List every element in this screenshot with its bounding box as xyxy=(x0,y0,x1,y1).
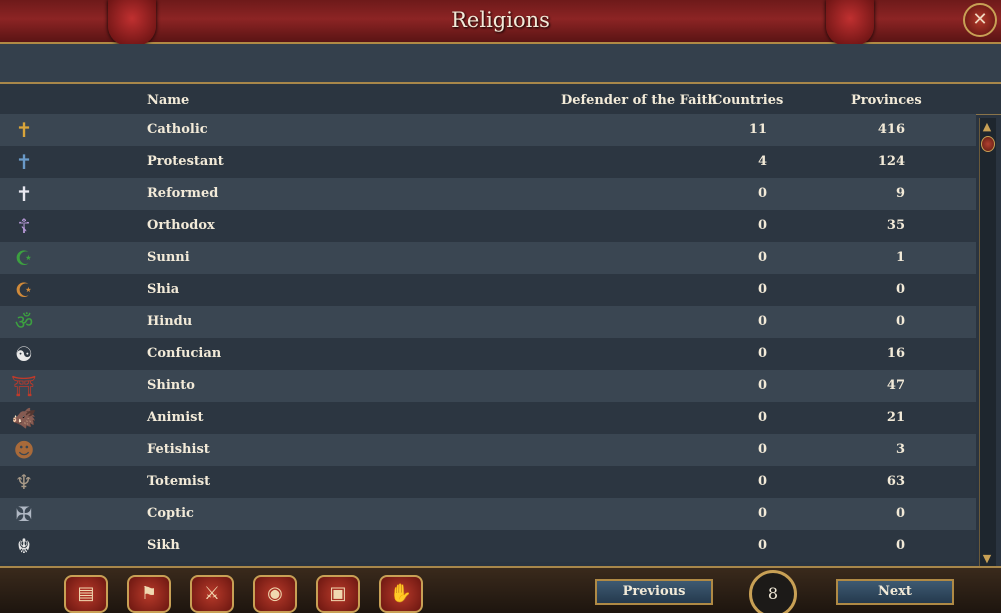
flag-icon[interactable]: ⚑ xyxy=(127,575,171,613)
religion-provinces: 9 xyxy=(895,186,905,201)
crossed-swords-icon[interactable]: ⚔ xyxy=(190,575,234,613)
religion-name: Reformed xyxy=(147,186,219,201)
table-header: Name Defender of the Faith Countries Pro… xyxy=(0,84,1001,115)
torii-gate-icon: ⛩ xyxy=(11,374,37,398)
table-row[interactable]: ♆ Totemist 0 63 xyxy=(0,466,976,498)
religion-name: Coptic xyxy=(147,506,194,521)
cross-icon: ✝ xyxy=(15,150,33,174)
crescent-icon: ☪ xyxy=(15,278,33,302)
religion-provinces: 47 xyxy=(886,378,905,393)
religion-countries: 4 xyxy=(757,154,767,169)
religion-name: Orthodox xyxy=(147,218,215,233)
table-row[interactable]: ☯ Confucian 0 16 xyxy=(0,338,976,370)
previous-button[interactable]: Previous xyxy=(595,579,713,605)
religion-provinces: 21 xyxy=(886,410,905,425)
table-row[interactable]: ☬ Sikh 0 0 xyxy=(0,530,976,562)
religion-name: Shinto xyxy=(147,378,195,393)
religion-name: Shia xyxy=(147,282,180,297)
religion-provinces: 35 xyxy=(886,218,905,233)
religion-provinces: 0 xyxy=(895,538,905,553)
table-row[interactable]: 🐗 Animist 0 21 xyxy=(0,402,976,434)
religion-countries: 0 xyxy=(757,282,767,297)
religion-name: Catholic xyxy=(147,122,208,137)
table-row[interactable]: ✠ Coptic 0 0 xyxy=(0,498,976,530)
title-bar[interactable]: Religions ✕ xyxy=(0,0,1001,46)
religion-countries: 0 xyxy=(757,410,767,425)
totem-icon: ♆ xyxy=(15,470,33,494)
column-header-provinces[interactable]: Provinces xyxy=(851,93,922,108)
religion-countries: 0 xyxy=(757,250,767,265)
filter-bar xyxy=(0,44,1001,84)
religion-countries: 0 xyxy=(757,442,767,457)
crescent-icon: ☪ xyxy=(15,246,33,270)
cross-icon: ✝ xyxy=(15,118,33,142)
coptic-cross-icon: ✠ xyxy=(15,502,33,526)
religion-provinces: 0 xyxy=(895,506,905,521)
window-title: Religions xyxy=(451,8,550,32)
next-button[interactable]: Next xyxy=(836,579,954,605)
religion-name: Hindu xyxy=(147,314,193,329)
page-number: 8 xyxy=(749,570,797,613)
khanda-icon: ☬ xyxy=(16,534,32,558)
religion-countries: 0 xyxy=(757,378,767,393)
table-row[interactable]: ✝ Catholic 11 416 xyxy=(0,114,976,146)
religion-provinces: 16 xyxy=(886,346,905,361)
close-icon[interactable]: ✕ xyxy=(963,3,997,37)
table-row[interactable]: ॐ Hindu 0 0 xyxy=(0,306,976,338)
religion-name: Sunni xyxy=(147,250,190,265)
table-row[interactable]: ☻ Fetishist 0 3 xyxy=(0,434,976,466)
religion-provinces: 0 xyxy=(895,314,905,329)
animal-icon: 🐗 xyxy=(11,406,37,430)
coins-icon[interactable]: ◉ xyxy=(253,575,297,613)
religion-countries: 0 xyxy=(757,346,767,361)
column-header-name[interactable]: Name xyxy=(147,93,189,108)
scroll-up-icon[interactable]: ▲ xyxy=(980,120,994,134)
table-row[interactable]: ☪ Sunni 0 1 xyxy=(0,242,976,274)
religion-countries: 11 xyxy=(748,122,767,137)
religion-name: Confucian xyxy=(147,346,222,361)
religion-provinces: 3 xyxy=(895,442,905,457)
religion-countries: 0 xyxy=(757,218,767,233)
table-row[interactable]: ✝ Protestant 4 124 xyxy=(0,146,976,178)
religion-name: Animist xyxy=(147,410,204,425)
religion-countries: 0 xyxy=(757,506,767,521)
religion-provinces: 0 xyxy=(895,282,905,297)
table-row[interactable]: ✝ Reformed 0 9 xyxy=(0,178,976,210)
table-row[interactable]: ⛩ Shinto 0 47 xyxy=(0,370,976,402)
religion-name: Protestant xyxy=(147,154,224,169)
yin-yang-icon: ☯ xyxy=(15,342,33,366)
orthodox-cross-icon: ☦ xyxy=(17,214,31,238)
scrollbar[interactable] xyxy=(979,118,996,568)
mask-icon: ☻ xyxy=(13,438,35,462)
religion-provinces: 124 xyxy=(877,154,905,169)
crate-icon[interactable]: ▣ xyxy=(316,575,360,613)
handshake-icon[interactable]: ✋ xyxy=(379,575,423,613)
religion-countries: 0 xyxy=(757,186,767,201)
religion-provinces: 416 xyxy=(877,122,905,137)
religion-name: Totemist xyxy=(147,474,211,489)
religion-name: Fetishist xyxy=(147,442,210,457)
religion-provinces: 63 xyxy=(886,474,905,489)
religions-window: Religions ✕ Name Defender of the Faith C… xyxy=(0,0,1001,613)
cross-icon: ✝ xyxy=(15,182,33,206)
religion-countries: 0 xyxy=(757,538,767,553)
religions-table: ✝ Catholic 11 416 ✝ Protestant 4 124 ✝ Reformed 0 9… xyxy=(0,114,976,562)
religion-countries: 0 xyxy=(757,314,767,329)
om-icon: ॐ xyxy=(14,310,34,334)
religion-provinces: 1 xyxy=(895,250,905,265)
column-header-defender[interactable]: Defender of the Faith xyxy=(561,93,717,108)
scrollbar-thumb[interactable] xyxy=(981,136,995,152)
column-header-countries[interactable]: Countries xyxy=(712,93,783,108)
religion-countries: 0 xyxy=(757,474,767,489)
scroll-down-icon[interactable]: ▼ xyxy=(980,552,994,566)
religion-name: Sikh xyxy=(147,538,180,553)
table-row[interactable]: ☪ Shia 0 0 xyxy=(0,274,976,306)
table-row[interactable]: ☦ Orthodox 0 35 xyxy=(0,210,976,242)
scroll-icon[interactable]: ▤ xyxy=(64,575,108,613)
